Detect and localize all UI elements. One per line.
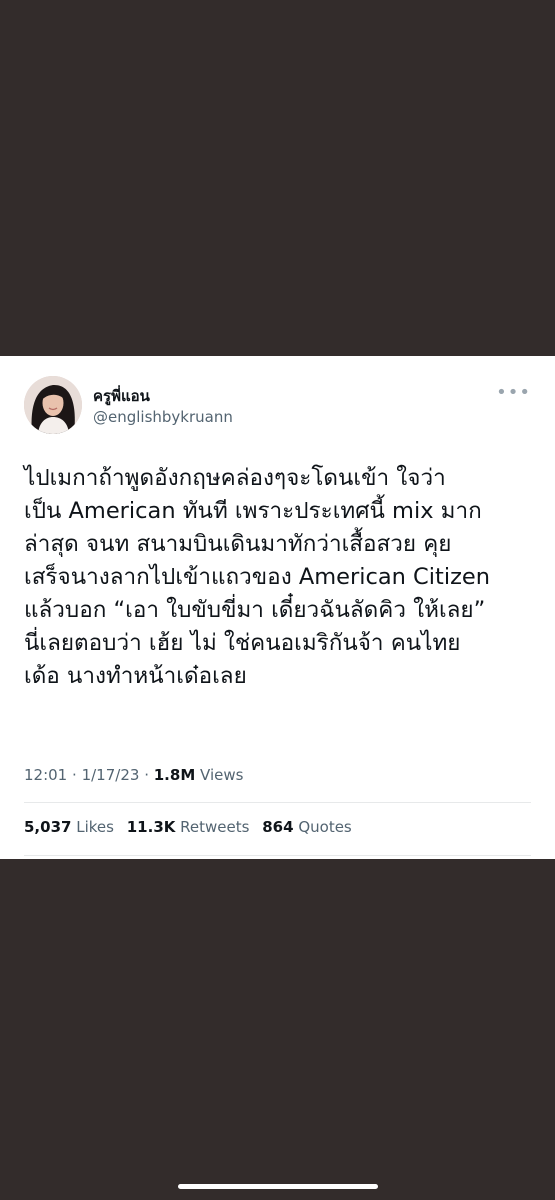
tweet-text-line: เสร็จนางลากไปเข้าแถวของ American Citizen <box>24 564 491 590</box>
tweet-text-line: นี่เลยตอบว่า เฮ้ย ไม่ ใช่คนอเมริกันจ้า ค… <box>24 630 461 656</box>
tweet-text: ไปเมกาถ้าพูดอังกฤษคล่องๆจะโดนเข้า ใจว่า … <box>24 462 539 693</box>
divider <box>24 855 531 856</box>
tweet-text-line: ล่าสุด จนท สนามบินเดินมาทักว่าเสื้อสวย ค… <box>24 531 452 557</box>
tweet-text-line: เด้อ นางทำหน้าเด๋อเลย <box>24 663 247 689</box>
tweet-time[interactable]: 12:01 <box>24 766 67 784</box>
likes-count: 5,037 <box>24 818 72 836</box>
home-indicator[interactable] <box>178 1184 378 1189</box>
tweet-date[interactable]: 1/17/23 <box>82 766 140 784</box>
retweets-stat[interactable]: 11.3K Retweets <box>127 818 250 836</box>
more-horizontal-icon[interactable]: ••• <box>496 384 531 402</box>
views-label: Views <box>200 766 244 784</box>
meta-separator: · <box>144 766 149 784</box>
quotes-label: Quotes <box>298 818 352 836</box>
tweet-text-line: ไปเมกาถ้าพูดอังกฤษคล่องๆจะโดนเข้า ใจว่า <box>24 465 446 491</box>
quotes-stat[interactable]: 864 Quotes <box>262 818 352 836</box>
likes-label: Likes <box>76 818 114 836</box>
avatar-image <box>24 376 82 434</box>
divider <box>24 802 531 803</box>
quotes-count: 864 <box>262 818 294 836</box>
retweets-count: 11.3K <box>126 818 176 836</box>
tweet-meta: 12:01 · 1/17/23 · 1.8M Views <box>24 766 243 784</box>
tweet-text-line: เป็น American ทันที เพราะประเทศนี้ mix ม… <box>24 498 482 524</box>
engagement-stats: 5,037 Likes 11.3K Retweets 864 Quotes <box>24 818 360 836</box>
display-name[interactable]: ครูพี่แอน <box>93 384 150 408</box>
meta-separator: · <box>72 766 77 784</box>
retweets-label: Retweets <box>180 818 250 836</box>
avatar[interactable] <box>24 376 82 434</box>
tweet-card: ครูพี่แอน @englishbykruann ••• ไปเมกาถ้า… <box>0 356 555 859</box>
tweet-text-line: แล้วบอก “เอา ใบขับขี่มา เดี๋ยวฉันลัดคิว … <box>24 597 486 623</box>
username-handle[interactable]: @englishbykruann <box>93 408 233 426</box>
views-count: 1.8M <box>153 766 196 784</box>
likes-stat[interactable]: 5,037 Likes <box>24 818 114 836</box>
